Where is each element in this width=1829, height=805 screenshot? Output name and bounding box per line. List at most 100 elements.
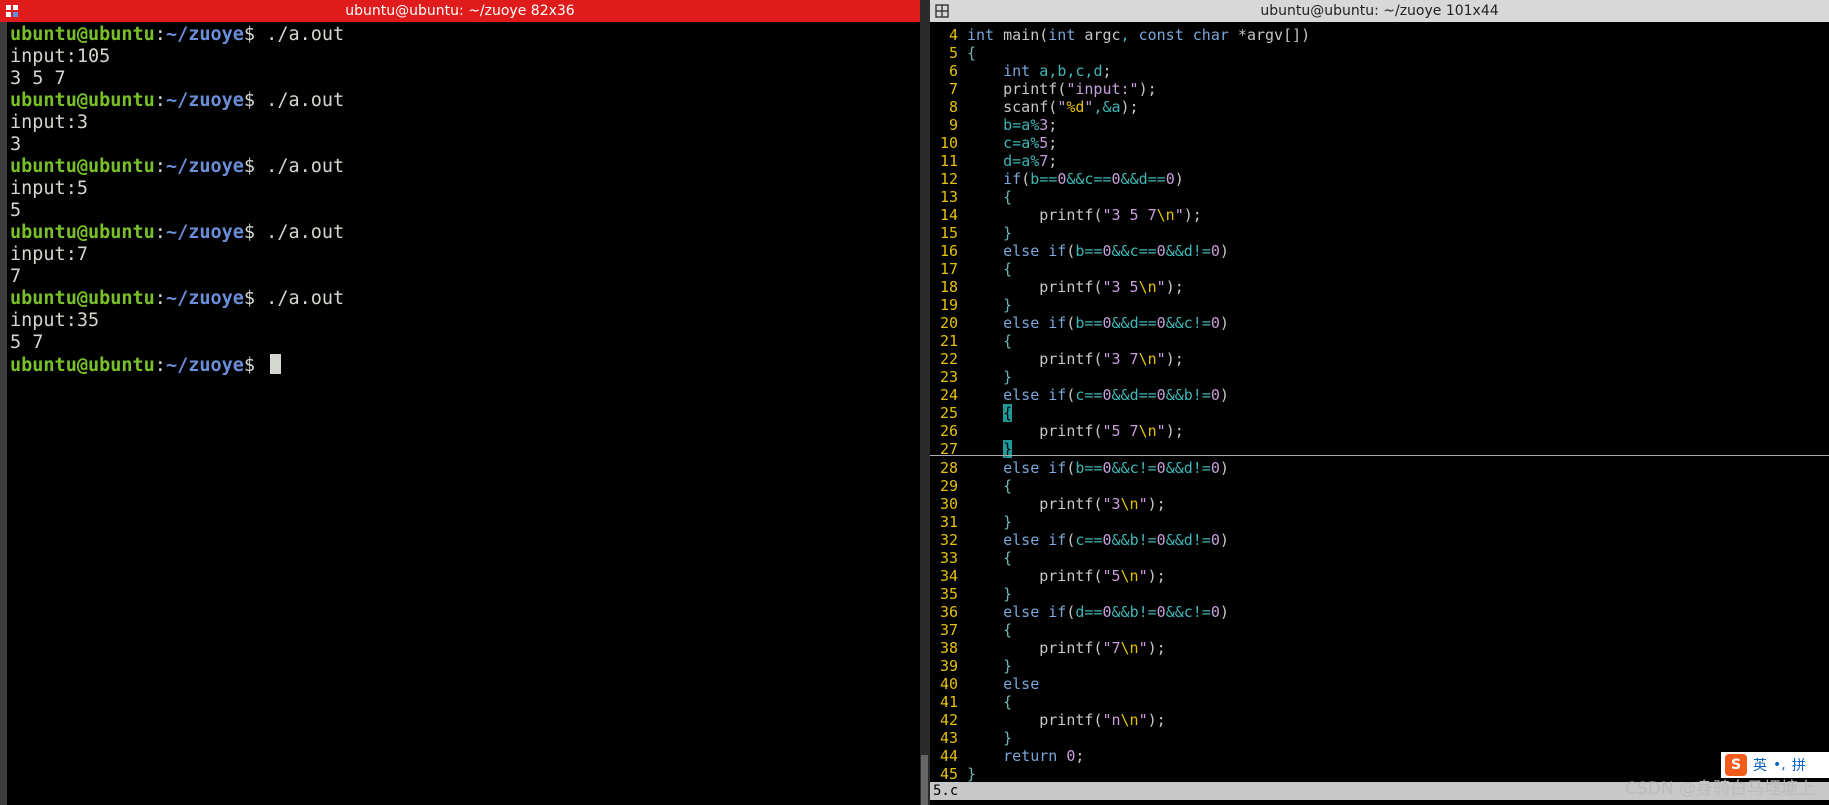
code-line[interactable]: 34 printf("5\n"); bbox=[930, 567, 1229, 585]
command-text: ./a.out bbox=[255, 90, 345, 111]
command-text: ./a.out bbox=[255, 288, 345, 309]
code-line[interactable]: 37 { bbox=[930, 621, 1229, 639]
prompt-line: ubuntu@ubuntu:~/zuoye$ ./a.out bbox=[10, 222, 920, 244]
code-line[interactable]: 44 return 0; bbox=[930, 747, 1229, 765]
code-text: else if(c==0&&d==0&&b!=0) bbox=[1003, 386, 1229, 404]
line-number: 18 bbox=[939, 278, 958, 296]
code-line[interactable]: 41 { bbox=[930, 693, 1229, 711]
prompt-user: ubuntu@ubuntu bbox=[10, 355, 155, 376]
right-terminal-titlebar[interactable]: ubuntu@ubuntu: ~/zuoye 101x44 bbox=[930, 0, 1829, 22]
code-line[interactable]: 19 } bbox=[930, 296, 1829, 314]
prompt-path: ~/zuoye bbox=[165, 222, 244, 243]
code-line[interactable]: 31 } bbox=[930, 513, 1229, 531]
prompt-line: ubuntu@ubuntu:~/zuoye$ ./a.out bbox=[10, 24, 920, 46]
code-line[interactable]: 39 } bbox=[930, 657, 1229, 675]
code-text: { bbox=[1003, 404, 1013, 422]
code-line[interactable]: 5{ bbox=[930, 44, 1829, 62]
left-terminal-titlebar[interactable]: ubuntu@ubuntu: ~/zuoye 82x36 bbox=[0, 0, 920, 22]
code-line[interactable]: 25 { bbox=[930, 404, 1829, 422]
code-line[interactable]: 13 { bbox=[930, 188, 1829, 206]
code-line[interactable]: 40 else bbox=[930, 675, 1229, 693]
terminal-cursor bbox=[270, 354, 282, 374]
prompt-colon: : bbox=[154, 222, 166, 243]
vim-bottom-split[interactable]: 28 else if(b==0&&c!=0&&d!=0) 29 {30 print… bbox=[930, 456, 1229, 783]
vim-top-split[interactable]: 4 int main(int argc, const char *argv[]) 5… bbox=[930, 22, 1829, 458]
line-number: 7 bbox=[948, 80, 958, 98]
code-line[interactable]: 38 printf("7\n"); bbox=[930, 639, 1229, 657]
code-line[interactable]: 23 } bbox=[930, 368, 1829, 386]
prompt-user: ubuntu@ubuntu bbox=[10, 90, 155, 111]
line-number: 34 bbox=[939, 567, 958, 585]
output-line: input:7 bbox=[10, 244, 88, 265]
code-text: c=a%5; bbox=[1003, 134, 1058, 152]
code-line[interactable]: 12 if(b==0&&c==0&&d==0) bbox=[930, 170, 1829, 188]
code-text: { bbox=[1003, 477, 1013, 495]
code-line[interactable]: 33 { bbox=[930, 549, 1229, 567]
code-text: printf("5\n"); bbox=[1039, 567, 1166, 585]
terminal-menu-icon[interactable] bbox=[5, 4, 19, 18]
command-text bbox=[255, 355, 266, 376]
code-line[interactable]: 22 printf("3 7\n"); bbox=[930, 350, 1829, 368]
code-line[interactable]: 26 printf("5 7\n"); bbox=[930, 422, 1829, 440]
code-line[interactable]: 17 { bbox=[930, 260, 1829, 278]
command-text: ./a.out bbox=[255, 24, 345, 45]
code-line[interactable]: 14 printf("3 5 7\n"); bbox=[930, 206, 1829, 224]
code-line[interactable]: 43 } bbox=[930, 729, 1229, 747]
code-text: printf("3 5\n"); bbox=[1039, 278, 1184, 296]
code-text: if(b==0&&c==0&&d==0) bbox=[1003, 170, 1184, 188]
code-line[interactable]: 15 } bbox=[930, 224, 1829, 242]
output-line: input:105 bbox=[10, 46, 111, 67]
ime-punct-toggle[interactable]: •, bbox=[1773, 757, 1786, 773]
code-line[interactable]: 35 } bbox=[930, 585, 1229, 603]
left-terminal-window[interactable]: ubuntu@ubuntu: ~/zuoye 82x36 ubuntu@ubun… bbox=[0, 0, 920, 805]
line-number: 28 bbox=[939, 459, 958, 477]
vim-split-divider[interactable] bbox=[930, 455, 1829, 456]
code-text: { bbox=[1003, 693, 1013, 711]
right-terminal-title: ubuntu@ubuntu: ~/zuoye 101x44 bbox=[1260, 3, 1499, 19]
prompt-colon: : bbox=[154, 24, 166, 45]
code-line[interactable]: 8 scanf("%d",&a); bbox=[930, 98, 1829, 116]
code-line[interactable]: 36 else if(d==0&&b!=0&&c!=0) bbox=[930, 603, 1229, 621]
ime-mode-toggle[interactable]: 拼 bbox=[1792, 755, 1806, 775]
code-line[interactable]: 16 else if(b==0&&c==0&&d!=0) bbox=[930, 242, 1829, 260]
code-text: { bbox=[967, 44, 977, 62]
right-terminal-window[interactable]: ubuntu@ubuntu: ~/zuoye 101x44 4 int main(… bbox=[930, 0, 1829, 805]
output-line: input:5 bbox=[10, 178, 88, 199]
prompt-symbol: $ bbox=[243, 156, 256, 177]
left-terminal-scrollbar[interactable] bbox=[920, 0, 930, 805]
code-line[interactable]: 11 d=a%7; bbox=[930, 152, 1829, 170]
line-number: 19 bbox=[939, 296, 958, 314]
code-line[interactable]: 20 else if(b==0&&d==0&&c!=0) bbox=[930, 314, 1829, 332]
code-text: printf("input:"); bbox=[1003, 80, 1157, 98]
code-line[interactable]: 21 { bbox=[930, 332, 1829, 350]
code-text: else bbox=[1003, 675, 1040, 693]
code-line[interactable]: 28 else if(b==0&&c!=0&&d!=0) bbox=[930, 459, 1229, 477]
code-line[interactable]: 10 c=a%5; bbox=[930, 134, 1829, 152]
code-line[interactable]: 45} bbox=[930, 765, 1229, 783]
code-line[interactable]: 42 printf("n\n"); bbox=[930, 711, 1229, 729]
code-text: } bbox=[967, 765, 977, 783]
code-line[interactable]: 32 else if(c==0&&b!=0&&d!=0) bbox=[930, 531, 1229, 549]
line-number: 25 bbox=[939, 404, 958, 422]
prompt-line: ubuntu@ubuntu:~/zuoye$ ./a.out bbox=[10, 288, 920, 310]
output-line: 7 bbox=[10, 266, 22, 287]
code-line[interactable]: 29 { bbox=[930, 477, 1229, 495]
left-terminal-scroll-thumb[interactable] bbox=[921, 755, 928, 805]
terminal-menu-icon[interactable] bbox=[935, 4, 949, 18]
code-line[interactable]: 9 b=a%3; bbox=[930, 116, 1829, 134]
code-line[interactable]: 24 else if(c==0&&d==0&&b!=0) bbox=[930, 386, 1829, 404]
code-line[interactable]: 18 printf("3 5\n"); bbox=[930, 278, 1829, 296]
left-terminal-output[interactable]: ubuntu@ubuntu:~/zuoye$ ./a.out input:105 3… bbox=[0, 22, 920, 376]
prompt-path: ~/zuoye bbox=[165, 90, 244, 111]
code-line[interactable]: 4 int main(int argc, const char *argv[]) bbox=[930, 26, 1829, 44]
ime-language-toggle[interactable]: 英 bbox=[1753, 755, 1767, 775]
prompt-path: ~/zuoye bbox=[165, 288, 244, 309]
sogou-logo-icon[interactable]: S bbox=[1725, 754, 1747, 776]
prompt-user: ubuntu@ubuntu bbox=[10, 288, 155, 309]
code-text: } bbox=[1003, 224, 1013, 242]
code-line[interactable]: 7 printf("input:"); bbox=[930, 80, 1829, 98]
line-number: 36 bbox=[939, 603, 958, 621]
code-line[interactable]: 6 int a,b,c,d; bbox=[930, 62, 1829, 80]
code-text: printf("3 7\n"); bbox=[1039, 350, 1184, 368]
code-line[interactable]: 30 printf("3\n"); bbox=[930, 495, 1229, 513]
